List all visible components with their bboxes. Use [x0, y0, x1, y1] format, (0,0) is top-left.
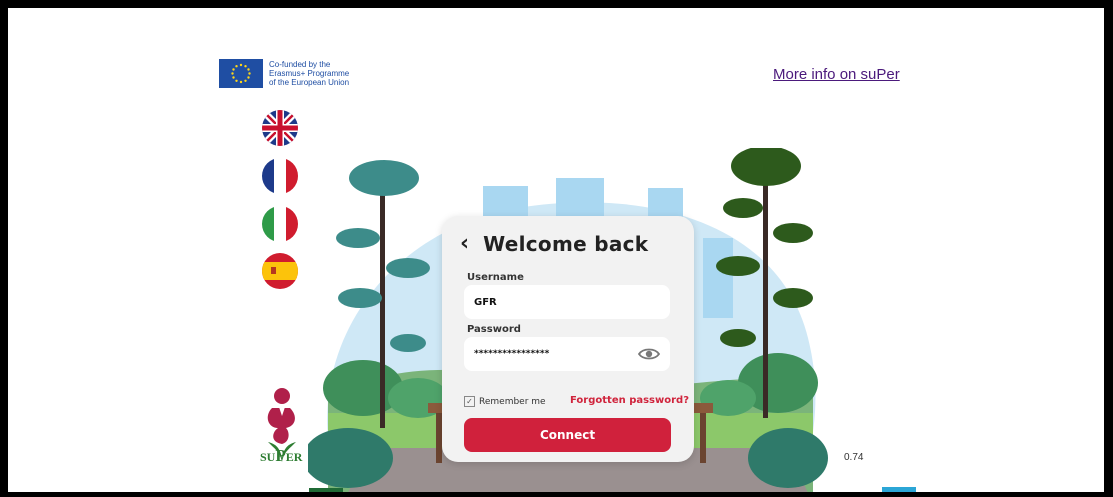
- eu-text-line: Erasmus+ Programme: [269, 69, 350, 78]
- italy-flag-icon: [262, 206, 298, 242]
- eu-text-line: of the European Union: [269, 78, 350, 87]
- bottom-green-block: [309, 488, 343, 492]
- password-label: Password: [467, 324, 521, 335]
- version-label: 0.74: [844, 452, 864, 463]
- france-flag-icon: [262, 158, 298, 194]
- logo-text-su: SU: [260, 450, 276, 464]
- bottom-blue-block: [882, 487, 916, 492]
- eu-cofunded-text: Co-funded by the Erasmus+ Programme of t…: [269, 60, 349, 87]
- username-value: GFR: [474, 296, 497, 308]
- more-info-link[interactable]: More info on suPer: [773, 66, 900, 83]
- eye-icon[interactable]: [637, 347, 661, 364]
- logo-text-er: ER: [285, 450, 303, 464]
- remember-label: Remember me: [479, 396, 546, 407]
- login-title: Welcome back: [483, 232, 649, 256]
- eu-cofunded-logo: Co-funded by the Erasmus+ Programme of t…: [219, 59, 349, 88]
- logo-text-p: P: [275, 446, 286, 465]
- language-spanish-button[interactable]: [262, 253, 298, 289]
- spain-flag-icon: [262, 253, 298, 289]
- eu-flag-icon: [219, 59, 263, 88]
- eu-text-line: Co-funded by the: [269, 60, 331, 69]
- remember-checkbox[interactable]: ✓: [464, 396, 475, 407]
- language-french-button[interactable]: [262, 158, 298, 194]
- login-header: ‹ Welcome back: [460, 232, 648, 256]
- uk-flag-icon: [262, 110, 298, 146]
- login-card: ‹ Welcome back Username GFR Password ***…: [442, 216, 694, 462]
- password-field[interactable]: ****************: [464, 337, 670, 371]
- chevron-left-icon[interactable]: ‹: [460, 233, 469, 255]
- app-frame: Co-funded by the Erasmus+ Programme of t…: [8, 8, 1104, 492]
- super-logo-text: SUPER: [260, 446, 302, 466]
- language-italian-button[interactable]: [262, 206, 298, 242]
- remember-me[interactable]: ✓ Remember me: [464, 396, 546, 407]
- username-label: Username: [467, 272, 524, 283]
- forgot-password-link[interactable]: Forgotten password?: [570, 395, 689, 406]
- connect-button[interactable]: Connect: [464, 418, 671, 452]
- language-english-button[interactable]: [262, 110, 298, 146]
- password-value: ****************: [474, 349, 550, 359]
- username-field[interactable]: GFR: [464, 285, 670, 319]
